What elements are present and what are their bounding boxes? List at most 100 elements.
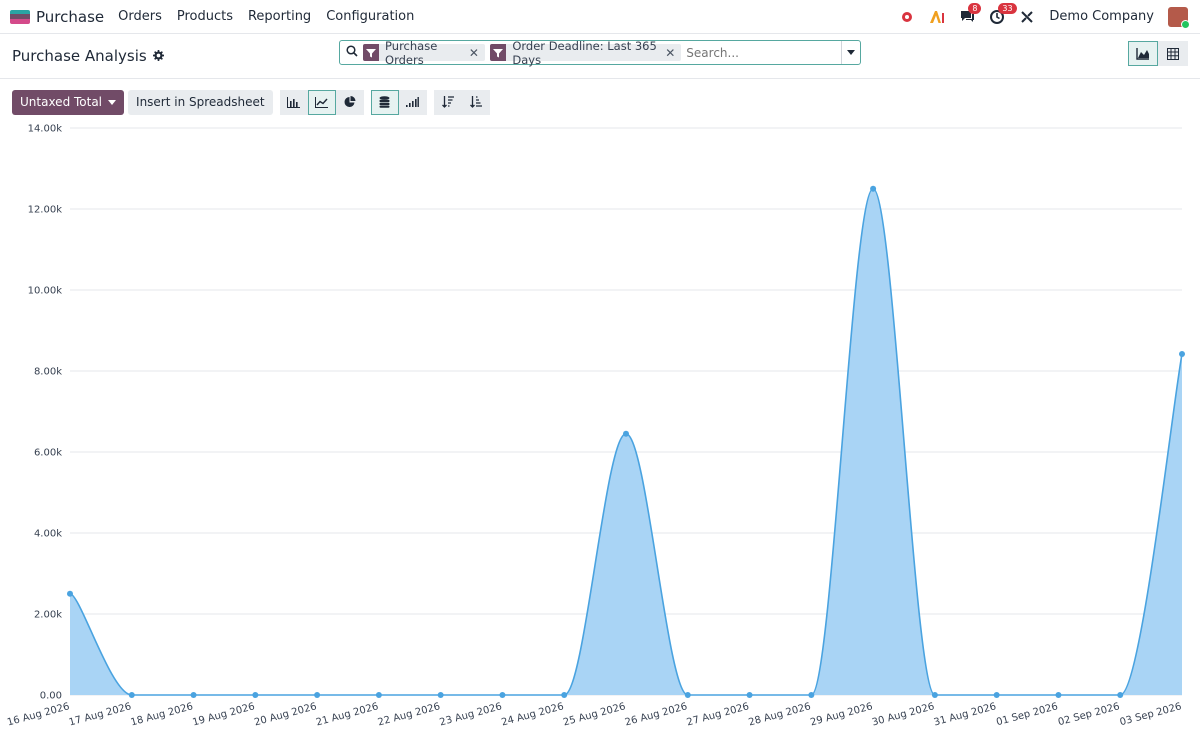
sort-desc-icon <box>441 96 454 108</box>
data-point <box>808 692 815 698</box>
chart-canvas: 0.00 2.00k 4.00k 6.00k 8.00k 10.00k 12.00k 14.0… <box>6 124 1185 728</box>
top-navbar: Purchase Orders Products Reporting Confi… <box>0 0 1200 34</box>
gear-icon[interactable] <box>152 47 164 65</box>
menu-products[interactable]: Products <box>177 9 233 24</box>
data-point <box>437 692 444 698</box>
insert-spreadsheet-button[interactable]: Insert in Spreadsheet <box>128 89 273 115</box>
header-divider <box>0 78 1200 79</box>
purchase-app-icon <box>10 9 30 24</box>
data-point <box>375 692 382 698</box>
view-switcher <box>1128 41 1188 66</box>
data-point <box>684 692 691 698</box>
data-point <box>314 692 321 698</box>
data-point <box>993 692 1000 698</box>
breadcrumb: Purchase Analysis <box>12 47 164 65</box>
signal-icon <box>406 97 420 107</box>
x-tick-label: 26 Aug 2026 <box>624 701 689 728</box>
menu-configuration[interactable]: Configuration <box>326 9 414 24</box>
x-tick-label: 18 Aug 2026 <box>130 701 195 728</box>
remove-facet-icon[interactable]: ✕ <box>663 46 681 60</box>
pivot-view-button[interactable] <box>1158 41 1188 66</box>
data-point <box>1055 692 1062 698</box>
sort-group <box>433 89 490 115</box>
data-point <box>190 692 197 698</box>
menu-orders[interactable]: Orders <box>118 9 162 24</box>
caret-down-icon <box>108 99 117 105</box>
app-brand[interactable]: Purchase <box>10 8 104 26</box>
facet-label: Purchase Orders <box>385 38 438 67</box>
filter-icon <box>489 44 507 61</box>
sort-asc-icon <box>469 96 482 108</box>
x-tick-label: 16 Aug 2026 <box>6 701 71 728</box>
graph-view-button[interactable] <box>1128 41 1158 66</box>
data-point <box>561 692 568 698</box>
x-tick-label: 28 Aug 2026 <box>747 701 812 728</box>
data-point <box>931 692 938 698</box>
control-panel: Purchase Analysis Purchase Orders ✕ Orde… <box>0 34 1200 78</box>
x-tick-label: 25 Aug 2026 <box>562 701 627 728</box>
line-chart-button[interactable] <box>307 89 336 115</box>
cumulative-button[interactable] <box>398 89 427 115</box>
purchase-area-chart: 0.00 2.00k 4.00k 6.00k 8.00k 10.00k 12.00k 14.0… <box>0 115 1200 740</box>
x-tick-label: 17 Aug 2026 <box>68 701 133 728</box>
series-area <box>70 188 1182 695</box>
data-point <box>746 692 753 698</box>
pie-chart-icon <box>344 96 356 107</box>
x-tick-label: 27 Aug 2026 <box>686 701 751 728</box>
chart-options-group <box>370 89 427 115</box>
clock-icon[interactable]: 33 <box>989 2 1017 25</box>
chat-icon[interactable]: 8 <box>959 2 982 25</box>
caret-down-icon <box>847 50 856 55</box>
graph-toolbar: Untaxed Total Insert in Spreadsheet <box>0 85 1200 119</box>
y-tick-label: 12.00k <box>28 205 63 216</box>
filter-facet-order-deadline: Order Deadline: Last 365 Days ✕ <box>489 39 682 67</box>
table-icon <box>1167 47 1179 60</box>
main-menu: Orders Products Reporting Configuration <box>118 9 414 24</box>
ai-icon[interactable] <box>929 9 945 25</box>
search-options-toggle[interactable] <box>841 41 860 64</box>
data-point <box>1179 350 1185 357</box>
record-icon[interactable] <box>899 9 915 25</box>
user-avatar[interactable] <box>1168 6 1190 29</box>
filter-facet-purchase-orders: Purchase Orders ✕ <box>363 39 485 67</box>
stacked-button[interactable] <box>370 89 399 115</box>
x-tick-label: 30 Aug 2026 <box>871 701 936 728</box>
data-point <box>128 692 135 698</box>
data-point <box>252 692 259 698</box>
filter-icon <box>363 44 380 61</box>
remove-facet-icon[interactable]: ✕ <box>467 46 485 60</box>
x-tick-label: 20 Aug 2026 <box>253 701 318 728</box>
area-chart-icon <box>1136 47 1149 60</box>
x-tick-label: 23 Aug 2026 <box>438 701 503 728</box>
data-point <box>623 430 629 437</box>
measure-dropdown-button[interactable]: Untaxed Total <box>12 89 125 115</box>
search-input[interactable] <box>686 42 837 63</box>
y-tick-label: 4.00k <box>34 529 62 540</box>
company-name[interactable]: Demo Company <box>1049 9 1154 24</box>
page-title: Purchase Analysis <box>12 47 147 65</box>
x-tick-label: 31 Aug 2026 <box>933 701 998 728</box>
x-tick-label: 22 Aug 2026 <box>377 701 442 728</box>
pie-chart-button[interactable] <box>335 89 364 115</box>
sort-ascending-button[interactable] <box>461 89 490 115</box>
search-icon <box>346 44 358 61</box>
x-tick-label: 02 Sep 2026 <box>1057 701 1121 728</box>
x-tick-label: 01 Sep 2026 <box>995 701 1059 728</box>
x-tick-label: 24 Aug 2026 <box>500 701 565 728</box>
database-icon <box>379 96 390 108</box>
y-tick-label: 8.00k <box>34 367 62 378</box>
bar-chart-button[interactable] <box>279 89 308 115</box>
y-tick-label: 6.00k <box>34 448 62 459</box>
activity-count-badge: 33 <box>998 2 1017 14</box>
x-tick-label: 29 Aug 2026 <box>809 701 874 728</box>
data-point <box>870 185 877 192</box>
menu-reporting[interactable]: Reporting <box>248 9 311 24</box>
sort-descending-button[interactable] <box>433 89 462 115</box>
y-tick-label: 10.00k <box>28 286 63 297</box>
systray: 8 33 Demo Company <box>899 2 1190 29</box>
y-tick-label: 2.00k <box>34 610 62 621</box>
tools-icon[interactable] <box>1019 9 1035 25</box>
facet-label: Order Deadline: Last 365 Days <box>512 38 657 67</box>
measure-label: Untaxed Total <box>20 95 103 109</box>
x-tick-label: 19 Aug 2026 <box>191 701 256 728</box>
